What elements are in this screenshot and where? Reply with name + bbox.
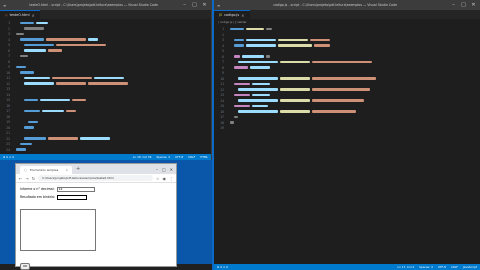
address-bar[interactable]: C:/Users/projeto/pdf-leitura/exemplos/te…	[38, 175, 153, 181]
code-area[interactable]: 1 2 3 4 5 6 7 8 9 10 11 12 13 14 15 16 17 18 19	[214, 27, 480, 132]
tab-teste-html[interactable]: ◇ testeO.html ×	[0, 10, 40, 19]
code-line: 24	[0, 148, 211, 154]
menu-icon[interactable]: ≡	[3, 3, 6, 8]
minimize-icon[interactable]: –	[450, 2, 457, 8]
status-bar: ⊗ 0 ⚠ 0 Ln 17, Col 2 Spaces: 4 UTF-8 CRL…	[214, 264, 480, 270]
browser-tab[interactable]: ▢ Formulário simples ×	[20, 166, 72, 174]
page-content: Informe o n° decimal: 12 Resultado em bi…	[16, 183, 176, 270]
minimize-icon[interactable]: –	[181, 2, 188, 8]
html-file-icon: ◇	[5, 13, 8, 17]
page-icon: ▢	[24, 168, 27, 172]
close-tab-icon[interactable]: ×	[241, 13, 244, 18]
close-icon[interactable]: ✕	[170, 167, 173, 172]
result-textarea[interactable]	[20, 209, 96, 251]
back-icon[interactable]: ←	[19, 176, 22, 181]
menu-icon[interactable]: ≡	[217, 3, 220, 8]
reload-icon[interactable]: ↻	[32, 176, 35, 181]
close-tab-icon[interactable]: ×	[32, 13, 35, 18]
problems-indicator[interactable]: ⊗ 0 ⚠ 0	[3, 155, 14, 159]
profile-icon[interactable]: ◉	[163, 176, 167, 181]
encoding[interactable]: UTF-8	[175, 155, 183, 159]
browser-toolbar: ← → ↻ C:/Users/projeto/pdf-leitura/exemp…	[16, 174, 176, 183]
close-icon[interactable]: ✕	[470, 2, 477, 8]
cursor-position[interactable]: Ln 17, Col 2	[397, 265, 414, 269]
tab-codigo-js[interactable]: JS codigo.js ×	[214, 10, 250, 19]
window-titlebar: ≡ testeO.html - script - C:\Users\projet…	[0, 0, 211, 10]
left-code-editor: ≡ testeO.html - script - C:\Users\projet…	[0, 0, 212, 160]
star-icon[interactable]: ☆	[156, 176, 160, 181]
line-number: 24	[6, 147, 10, 152]
cursor-position[interactable]: Ln 18, Col 39	[133, 155, 151, 159]
window-titlebar: ≡ codigo.js - script - C:\Users\projeto\…	[214, 0, 480, 10]
indent-setting[interactable]: Spaces: 4	[156, 155, 170, 159]
maximize-icon[interactable]: □	[162, 167, 166, 172]
encoding[interactable]: UTF-8	[438, 265, 446, 269]
binary-output-input[interactable]	[56, 194, 87, 200]
ok-button[interactable]: OK	[20, 263, 31, 270]
breadcrumb[interactable]: ⟩ codigo.js ⟩ ƒ validar	[214, 19, 480, 25]
line-ending[interactable]: CRLF	[188, 155, 195, 159]
line-ending[interactable]: CRLF	[451, 265, 458, 269]
line-number: 19	[220, 126, 224, 130]
window-title: codigo.js - script - C:\Users\projeto\pd…	[273, 3, 398, 7]
decimal-label: Informe o n° decimal:	[20, 187, 55, 191]
forward-icon[interactable]: →	[25, 176, 28, 181]
window-title: testeO.html - script - C:\Users\projeto\…	[29, 3, 158, 7]
binary-field-row: Resultado em binário:	[20, 193, 172, 201]
editor-tabbar: ◇ testeO.html ×	[0, 10, 211, 19]
problems-indicator[interactable]: ⊗ 0 ⚠ 0	[217, 265, 228, 269]
maximize-icon[interactable]: □	[460, 2, 467, 8]
right-code-editor: ≡ codigo.js - script - C:\Users\projeto\…	[212, 0, 480, 270]
close-tab-icon[interactable]: ×	[65, 168, 68, 172]
language-mode[interactable]: HTML	[200, 155, 208, 159]
new-tab-icon[interactable]: +	[76, 166, 80, 172]
decimal-input[interactable]: 12	[56, 186, 95, 192]
decimal-field-row: Informe o n° decimal: 12	[20, 185, 172, 193]
binary-label: Resultado em binário:	[20, 195, 55, 199]
browser-window: ▢ Formulário simples × + – □ ✕ ← → ↻ C:/…	[15, 163, 177, 270]
indent-setting[interactable]: Spaces: 4	[419, 265, 433, 269]
close-icon[interactable]: ✕	[201, 2, 208, 8]
language-mode[interactable]: JavaScript	[463, 265, 477, 269]
maximize-icon[interactable]: □	[191, 2, 198, 8]
browser-tabstrip: ▢ Formulário simples × + – □ ✕	[16, 164, 176, 174]
more-icon[interactable]: ⋮	[169, 176, 173, 181]
minimize-icon[interactable]: –	[156, 167, 158, 172]
code-line: 19	[214, 126, 480, 132]
editor-tabbar: JS codigo.js ×	[214, 10, 480, 19]
code-area[interactable]: 1 2 3 4 5 6 7 8 9 10 11 12 13 14 15 16 17 18 19 20 21 22 23 24	[0, 21, 211, 153]
js-file-icon: JS	[219, 13, 223, 17]
